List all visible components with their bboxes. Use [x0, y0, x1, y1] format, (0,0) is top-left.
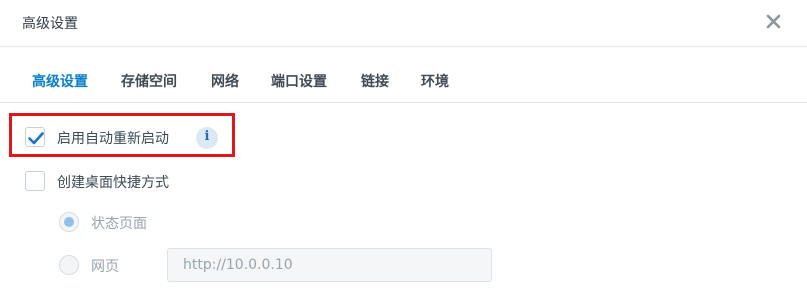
close-button[interactable] [764, 12, 784, 32]
tab-environment[interactable]: 环境 [421, 71, 449, 91]
web-page-radio[interactable] [59, 255, 79, 275]
close-icon [766, 14, 781, 29]
highlight-annotation [9, 113, 235, 157]
tab-storage[interactable]: 存储空间 [121, 71, 177, 91]
dialog-header: 高级设置 [0, 0, 807, 47]
web-page-label: 网页 [91, 259, 119, 275]
desktop-shortcut-checkbox[interactable] [25, 171, 45, 191]
tab-network[interactable]: 网络 [211, 71, 239, 91]
tab-port-settings[interactable]: 端口设置 [271, 71, 327, 91]
advanced-settings-dialog: 高级设置 高级设置 存储空间 网络 端口设置 链接 环境 启用自动重新启动 i … [0, 0, 807, 307]
tab-links[interactable]: 链接 [361, 71, 389, 91]
tab-advanced-settings[interactable]: 高级设置 [32, 71, 88, 91]
desktop-shortcut-label: 创建桌面快捷方式 [57, 175, 169, 191]
url-input[interactable]: http://10.0.0.10 [167, 248, 492, 282]
dialog-title: 高级设置 [22, 16, 78, 32]
tab-bar: 高级设置 存储空间 网络 端口设置 链接 环境 [0, 60, 807, 103]
radio-dot [64, 217, 74, 227]
status-page-radio[interactable] [59, 212, 79, 232]
status-page-label: 状态页面 [91, 216, 147, 232]
